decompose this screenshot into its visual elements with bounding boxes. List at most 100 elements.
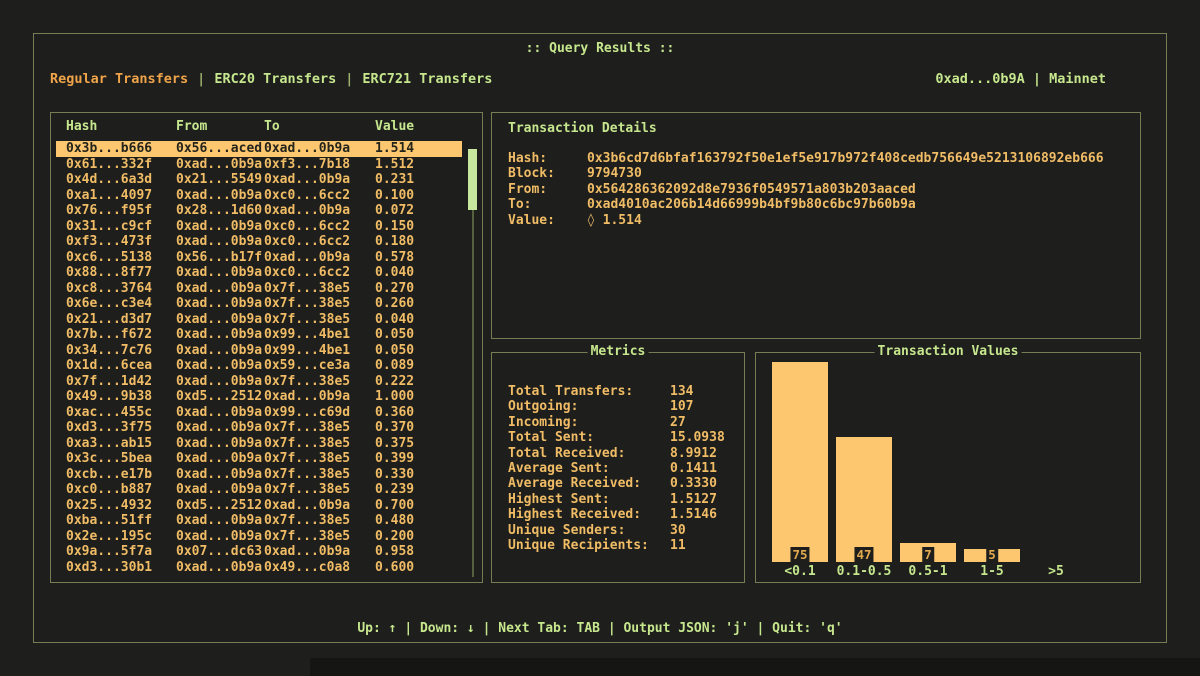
table-cell: 0xad...0b9a (176, 529, 264, 545)
table-cell: 0xad...0b9a (264, 389, 375, 405)
table-row[interactable]: 0x7f...1d420xad...0b9a0x7f...38e50.222 (56, 374, 462, 390)
table-cell: 0xa1...4097 (66, 188, 176, 204)
tab-regular-transfers[interactable]: Regular Transfers (50, 71, 188, 87)
metric-value: 134 (670, 384, 693, 399)
table-row[interactable]: 0x9a...5f7a0x07...dc630xad...0b9a0.958 (56, 544, 462, 560)
table-cell: 0.578 (375, 250, 462, 266)
x-axis-label: 1-5 (960, 564, 1024, 579)
table-row[interactable]: 0xba...51ff0xad...0b9a0x7f...38e50.480 (56, 513, 462, 529)
table-cell: 0x7f...38e5 (264, 436, 375, 452)
bar-slot: 75 (768, 362, 832, 562)
metric-item: Highest Sent:1.5127 (508, 492, 738, 507)
table-row[interactable]: 0x21...d3d70xad...0b9a0x7f...38e50.040 (56, 312, 462, 328)
table-cell: 0xad...0b9a (176, 219, 264, 235)
table-row[interactable]: 0x1d...6cea0xad...0b9a0x59...ce3a0.089 (56, 358, 462, 374)
table-cell: 0xad...0b9a (176, 560, 264, 576)
table-row[interactable]: 0x6e...c3e40xad...0b9a0x7f...38e50.260 (56, 296, 462, 312)
table-cell: 0x7f...38e5 (264, 467, 375, 483)
table-row[interactable]: 0x49...9b380xd5...25120xad...0b9a1.000 (56, 389, 462, 405)
table-row[interactable]: 0xa1...40970xad...0b9a0xc0...6cc20.100 (56, 188, 462, 204)
table-cell: 0xad...0b9a (176, 312, 264, 328)
table-cell: 0xad...0b9a (176, 451, 264, 467)
table-cell: 0xc0...6cc2 (264, 234, 375, 250)
table-row[interactable]: 0x88...8f770xad...0b9a0xc0...6cc20.040 (56, 265, 462, 281)
table-row[interactable]: 0x61...332f0xad...0b9a0xf3...7b181.512 (56, 157, 462, 173)
table-row[interactable]: 0xd3...3f750xad...0b9a0x7f...38e50.370 (56, 420, 462, 436)
detail-field: To:0xad4010ac206b14d66999b4bf9b80c6bc97b… (508, 197, 1104, 212)
table-cell: 0x7f...38e5 (264, 281, 375, 297)
table-cell: 0.370 (375, 420, 462, 436)
metric-label: Total Transfers: (508, 384, 670, 399)
table-row[interactable]: 0x3c...5bea0xad...0b9a0x7f...38e50.399 (56, 451, 462, 467)
x-axis-label: 0.1-0.5 (832, 564, 896, 579)
table-cell: 0.399 (375, 451, 462, 467)
metric-item: Total Sent:15.0938 (508, 430, 738, 445)
table-row[interactable]: 0xc0...b8870xad...0b9a0x7f...38e50.239 (56, 482, 462, 498)
table-cell: 0xad...0b9a (176, 482, 264, 498)
table-cell: 0xad...0b9a (176, 436, 264, 452)
table-cell: 0x3b...b666 (66, 141, 176, 157)
table-cell: 0x7f...38e5 (264, 482, 375, 498)
table-row[interactable]: 0x31...c9cf0xad...0b9a0xc0...6cc20.150 (56, 219, 462, 235)
table-cell: 0xd5...2512 (176, 498, 264, 514)
metric-value: 107 (670, 399, 693, 414)
table-cell: 0.480 (375, 513, 462, 529)
metric-label: Highest Received: (508, 507, 670, 522)
metric-value: 30 (670, 523, 686, 538)
table-row[interactable]: 0xf3...473f0xad...0b9a0xc0...6cc20.180 (56, 234, 462, 250)
table-cell: 0xcb...e17b (66, 467, 176, 483)
metrics-panel: Metrics Total Transfers:134Outgoing:107I… (491, 352, 745, 583)
table-cell: 0xad...0b9a (176, 188, 264, 204)
table-cell: 0xad...0b9a (176, 374, 264, 390)
detail-field: Block:9794730 (508, 166, 1104, 181)
detail-field-label: Block: (508, 166, 587, 181)
metric-item: Highest Received:1.5146 (508, 507, 738, 522)
table-cell: 0xad...0b9a (264, 250, 375, 266)
table-row[interactable]: 0xcb...e17b0xad...0b9a0x7f...38e50.330 (56, 467, 462, 483)
metric-item: Incoming:27 (508, 415, 738, 430)
table-cell: 0xad...0b9a (176, 327, 264, 343)
table-row[interactable]: 0x7b...f6720xad...0b9a0x99...4be10.050 (56, 327, 462, 343)
scrollbar-track[interactable] (472, 210, 474, 577)
table-row[interactable]: 0x25...49320xd5...25120xad...0b9a0.700 (56, 498, 462, 514)
table-row[interactable]: 0xc8...37640xad...0b9a0x7f...38e50.270 (56, 281, 462, 297)
table-cell: 0.231 (375, 172, 462, 188)
table-cell: 0x99...4be1 (264, 343, 375, 359)
scrollbar-thumb[interactable] (468, 149, 477, 210)
table-cell: 0x21...d3d7 (66, 312, 176, 328)
table-row[interactable]: 0xc6...51380x56...b17f0xad...0b9a0.578 (56, 250, 462, 266)
table-cell: 0x59...ce3a (264, 358, 375, 374)
x-axis-label: 0.5-1 (896, 564, 960, 579)
table-row[interactable]: 0x34...7c760xad...0b9a0x99...4be10.050 (56, 343, 462, 359)
table-row[interactable]: 0x3b...b6660x56...aced0xad...0b9a1.514 (56, 141, 462, 157)
table-row[interactable]: 0xd3...30b10xad...0b9a0x49...c0a80.600 (56, 560, 462, 576)
table-cell: 0.072 (375, 203, 462, 219)
detail-field-value: 0x564286362092d8e7936f0549571a803b203aac… (587, 182, 916, 197)
table-cell: 0xc0...b887 (66, 482, 176, 498)
details-fields: Hash:0x3b6cd7d6bfaf163792f50e1ef5e917b97… (508, 151, 1104, 228)
table-cell: 0x34...7c76 (66, 343, 176, 359)
dock-shadow (310, 658, 1200, 676)
table-cell: 0xad...0b9a (176, 467, 264, 483)
transaction-details-panel: Transaction Details Hash:0x3b6cd7d6bfaf1… (491, 112, 1141, 339)
tab-erc20-transfers[interactable]: ERC20 Transfers (214, 71, 336, 87)
metric-label: Unique Recipients: (508, 538, 670, 553)
metric-label: Average Sent: (508, 461, 670, 476)
table-cell: 0x7b...f672 (66, 327, 176, 343)
table-cell: 0.180 (375, 234, 462, 250)
table-row[interactable]: 0xac...455c0xad...0b9a0x99...c69d0.360 (56, 405, 462, 421)
table-cell: 0xad...0b9a (264, 498, 375, 514)
table-row[interactable]: 0xa3...ab150xad...0b9a0x7f...38e50.375 (56, 436, 462, 452)
tab-erc721-transfers[interactable]: ERC721 Transfers (362, 71, 492, 87)
table-cell: 0xad...0b9a (176, 343, 264, 359)
table-cell: 0xad...0b9a (176, 513, 264, 529)
table-cell: 0xd5...2512 (176, 389, 264, 405)
table-cell: 0x49...9b38 (66, 389, 176, 405)
table-header-cell: Value (375, 119, 467, 134)
metric-value: 0.3330 (670, 476, 717, 491)
bar-value-label: 75 (790, 547, 809, 562)
table-row[interactable]: 0x4d...6a3d0x21...55490xad...0b9a0.231 (56, 172, 462, 188)
bar-value-label: 47 (854, 547, 873, 562)
table-row[interactable]: 0x76...f95f0x28...1d600xad...0b9a0.072 (56, 203, 462, 219)
table-row[interactable]: 0x2e...195c0xad...0b9a0x7f...38e50.200 (56, 529, 462, 545)
